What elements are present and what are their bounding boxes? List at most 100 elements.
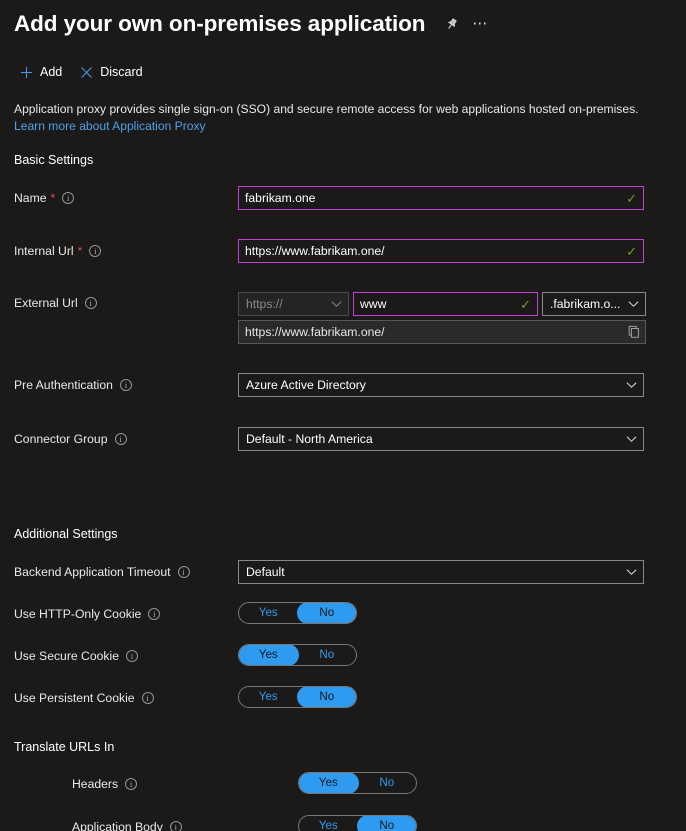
pre-authentication-label-text: Pre Authentication — [14, 378, 113, 392]
chevron-down-icon — [626, 380, 637, 391]
info-icon[interactable]: i — [148, 608, 160, 620]
field-row-http-only-cookie: Use HTTP-Only Cookie i Yes No — [0, 602, 686, 626]
info-icon[interactable]: i — [178, 566, 190, 578]
validation-check-icon: ✓ — [626, 192, 637, 205]
required-asterisk: * — [78, 245, 83, 257]
info-icon[interactable]: i — [115, 433, 127, 445]
backend-timeout-label: Backend Application Timeout i — [14, 565, 190, 579]
add-button-label: Add — [40, 65, 62, 79]
backend-timeout-dropdown[interactable]: Default — [238, 560, 644, 584]
external-url-scheme-dropdown: https:// — [238, 292, 349, 316]
pre-authentication-dropdown[interactable]: Azure Active Directory — [238, 373, 644, 397]
pin-icon[interactable] — [441, 14, 461, 34]
toggle-option-yes[interactable]: Yes — [298, 815, 359, 831]
external-url-control: https:// ✓ .fabrikam.o... https: — [238, 292, 646, 344]
additional-settings-heading: Additional Settings — [0, 527, 686, 541]
toggle-option-yes[interactable]: Yes — [298, 772, 359, 794]
persistent-cookie-label: Use Persistent Cookie i — [14, 691, 154, 705]
internal-url-input-wrapper[interactable]: ✓ — [238, 239, 644, 263]
copy-icon[interactable] — [627, 325, 641, 339]
toggle-option-yes[interactable]: Yes — [238, 686, 299, 708]
name-control: ✓ — [238, 186, 644, 210]
name-input[interactable] — [245, 191, 622, 205]
persistent-cookie-control: Yes No — [238, 686, 357, 708]
page-title: Add your own on-premises application — [14, 11, 425, 37]
connector-group-label-text: Connector Group — [14, 432, 108, 446]
toggle-option-no[interactable]: No — [297, 602, 358, 624]
domain-value: .fabrikam.o... — [550, 297, 624, 311]
translate-headers-toggle[interactable]: Yes No — [298, 772, 417, 794]
pre-authentication-value: Azure Active Directory — [246, 378, 622, 392]
external-url-label-text: External Url — [14, 296, 78, 310]
secure-cookie-label: Use Secure Cookie i — [14, 649, 138, 663]
chevron-down-icon — [626, 434, 637, 445]
discard-button-label: Discard — [100, 65, 142, 79]
persistent-cookie-toggle[interactable]: Yes No — [238, 686, 357, 708]
field-row-backend-timeout: Backend Application Timeout i Default — [0, 560, 686, 584]
toggle-option-no[interactable]: No — [357, 772, 418, 794]
info-icon[interactable]: i — [120, 379, 132, 391]
backend-timeout-control: Default — [238, 560, 644, 584]
translate-urls-heading: Translate URLs In — [0, 740, 686, 754]
chevron-down-icon — [331, 299, 342, 310]
http-only-cookie-label: Use HTTP-Only Cookie i — [14, 607, 160, 621]
toggle-option-no[interactable]: No — [357, 815, 418, 831]
learn-more-link[interactable]: Learn more about Application Proxy — [14, 119, 206, 133]
blade-root: Add your own on-premises application ⋯ A… — [0, 0, 686, 831]
external-url-label: External Url i — [14, 296, 97, 310]
external-url-host-input[interactable] — [360, 297, 516, 311]
info-icon[interactable]: i — [125, 778, 137, 790]
name-input-wrapper[interactable]: ✓ — [238, 186, 644, 210]
backend-timeout-value: Default — [246, 565, 622, 579]
internal-url-input[interactable] — [245, 244, 622, 258]
connector-group-label: Connector Group i — [14, 432, 127, 446]
discard-button[interactable]: Discard — [80, 65, 142, 79]
connector-group-control: Default - North America — [238, 427, 644, 451]
info-icon[interactable]: i — [62, 192, 74, 204]
toggle-option-no[interactable]: No — [297, 644, 358, 666]
field-row-external-url: External Url i https:// ✓ .fabrikam.o... — [0, 292, 686, 340]
field-row-name: Name * i ✓ — [0, 186, 686, 210]
persistent-cookie-label-text: Use Persistent Cookie — [14, 691, 135, 705]
validation-check-icon: ✓ — [520, 298, 531, 311]
secure-cookie-toggle[interactable]: Yes No — [238, 644, 357, 666]
http-only-cookie-control: Yes No — [238, 602, 357, 624]
basic-settings-heading: Basic Settings — [0, 153, 686, 167]
external-url-preview: https://www.fabrikam.one/ — [238, 320, 646, 344]
field-row-secure-cookie: Use Secure Cookie i Yes No — [0, 644, 686, 668]
backend-timeout-label-text: Backend Application Timeout — [14, 565, 171, 579]
ellipsis-icon[interactable]: ⋯ — [470, 14, 490, 34]
add-button[interactable]: Add — [20, 65, 62, 79]
toggle-option-yes[interactable]: Yes — [238, 644, 299, 666]
connector-group-dropdown[interactable]: Default - North America — [238, 427, 644, 451]
info-icon[interactable]: i — [170, 821, 182, 831]
external-url-domain-dropdown[interactable]: .fabrikam.o... — [542, 292, 646, 316]
external-url-host-input-wrapper[interactable]: ✓ — [353, 292, 538, 316]
translate-headers-label-text: Headers — [72, 777, 118, 791]
info-icon[interactable]: i — [142, 692, 154, 704]
translate-application-body-toggle[interactable]: Yes No — [298, 815, 417, 831]
scheme-value: https:// — [246, 297, 327, 311]
field-row-translate-headers: Headers i Yes No — [0, 772, 686, 796]
description-body: Application proxy provides single sign-o… — [14, 102, 638, 116]
translate-application-body-label: Application Body i — [14, 820, 182, 831]
blade-header: Add your own on-premises application ⋯ — [0, 0, 686, 40]
internal-url-control: ✓ — [238, 239, 644, 263]
toggle-option-no[interactable]: No — [297, 686, 358, 708]
http-only-cookie-label-text: Use HTTP-Only Cookie — [14, 607, 141, 621]
toggle-option-yes[interactable]: Yes — [238, 602, 299, 624]
http-only-cookie-toggle[interactable]: Yes No — [238, 602, 357, 624]
info-icon[interactable]: i — [85, 297, 97, 309]
secure-cookie-label-text: Use Secure Cookie — [14, 649, 119, 663]
external-url-parts: https:// ✓ .fabrikam.o... — [238, 292, 646, 316]
translate-application-body-label-text: Application Body — [72, 820, 163, 831]
info-icon[interactable]: i — [126, 650, 138, 662]
internal-url-label: Internal Url * i — [14, 244, 101, 258]
name-label-text: Name — [14, 191, 47, 205]
field-row-connector-group: Connector Group i Default - North Americ… — [0, 427, 686, 451]
info-icon[interactable]: i — [89, 245, 101, 257]
secure-cookie-control: Yes No — [238, 644, 357, 666]
field-row-pre-authentication: Pre Authentication i Azure Active Direct… — [0, 373, 686, 397]
field-row-persistent-cookie: Use Persistent Cookie i Yes No — [0, 686, 686, 710]
chevron-down-icon — [628, 299, 639, 310]
